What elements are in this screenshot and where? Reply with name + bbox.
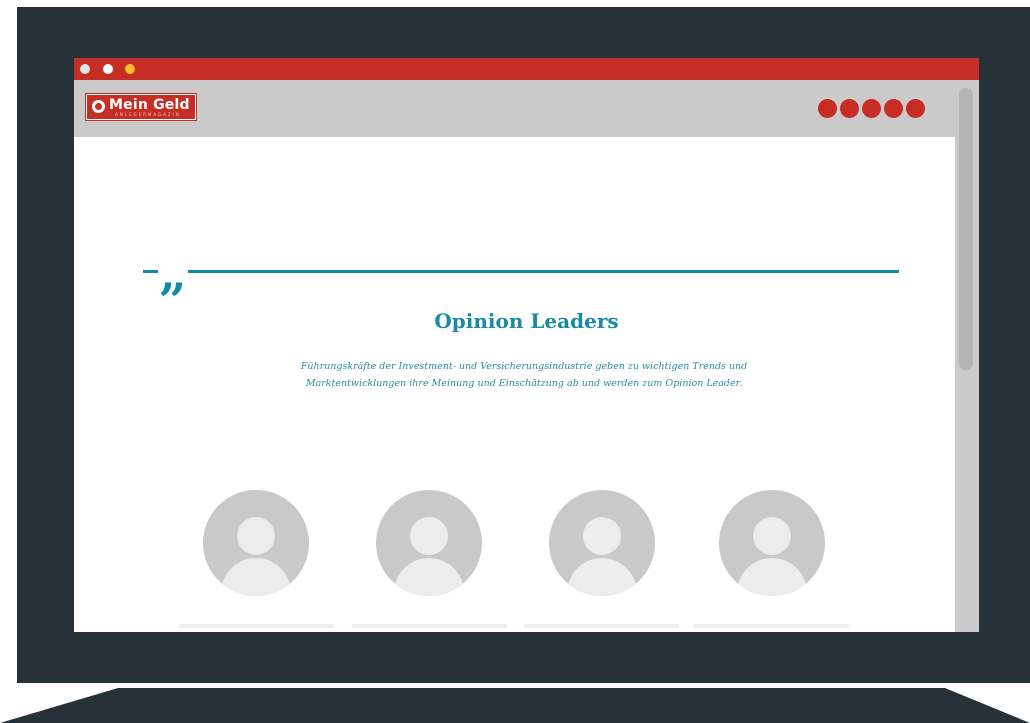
avatar-body — [221, 558, 291, 596]
opinion-leader-card[interactable] — [352, 490, 509, 632]
avatar-head — [753, 517, 791, 555]
avatar-head — [410, 517, 448, 555]
avatar-head — [583, 517, 621, 555]
page-lead-text: Führungskräfte der Investment- und Versi… — [214, 358, 834, 392]
browser-titlebar — [74, 58, 979, 80]
opinion-leader-card[interactable] — [694, 490, 851, 632]
logo-subtext: ANLEGERMAGAZIN — [115, 112, 181, 117]
laptop-base — [0, 688, 1030, 723]
menu-item-3[interactable] — [862, 99, 881, 118]
avatar-body — [394, 558, 464, 596]
avatar-placeholder-icon — [719, 490, 825, 596]
text-placeholder-line — [694, 624, 849, 628]
site-logo[interactable]: Mein Geld ANLEGERMAGAZIN — [86, 94, 196, 120]
opinion-leader-card[interactable] — [524, 490, 681, 632]
opinion-leader-card[interactable] — [179, 490, 336, 632]
text-placeholder-line — [179, 624, 334, 628]
logo-text: Mein Geld — [109, 97, 190, 113]
menu-item-2[interactable] — [840, 99, 859, 118]
avatar-body — [737, 558, 807, 596]
divider-line — [143, 270, 899, 273]
site-header: Mein Geld ANLEGERMAGAZIN — [74, 80, 979, 137]
close-window-icon[interactable] — [80, 64, 90, 74]
menu-item-4[interactable] — [884, 99, 903, 118]
menu-item-1[interactable] — [818, 99, 837, 118]
lead-line-1: Führungskräfte der Investment- und Versi… — [300, 361, 748, 372]
text-placeholder-line — [524, 624, 679, 628]
avatar-placeholder-icon — [376, 490, 482, 596]
minimize-window-icon[interactable] — [103, 64, 113, 74]
page-title: Opinion Leaders — [434, 309, 619, 333]
avatar-body — [567, 558, 637, 596]
avatar-placeholder-icon — [203, 490, 309, 596]
page-content: „ Opinion Leaders Führungskräfte der Inv… — [74, 137, 955, 632]
menu-item-5[interactable] — [906, 99, 925, 118]
avatar-placeholder-icon — [549, 490, 655, 596]
text-placeholder-line — [352, 624, 507, 628]
browser-window: Mein Geld ANLEGERMAGAZIN „ Opinion Leade… — [74, 58, 979, 632]
quote-icon: „ — [158, 246, 188, 302]
avatar-head — [237, 517, 275, 555]
maximize-window-icon[interactable] — [125, 64, 135, 74]
lead-line-2: Marktentwicklungen ihre Meinung und Eins… — [305, 378, 743, 389]
logo-emblem-icon — [92, 100, 105, 113]
